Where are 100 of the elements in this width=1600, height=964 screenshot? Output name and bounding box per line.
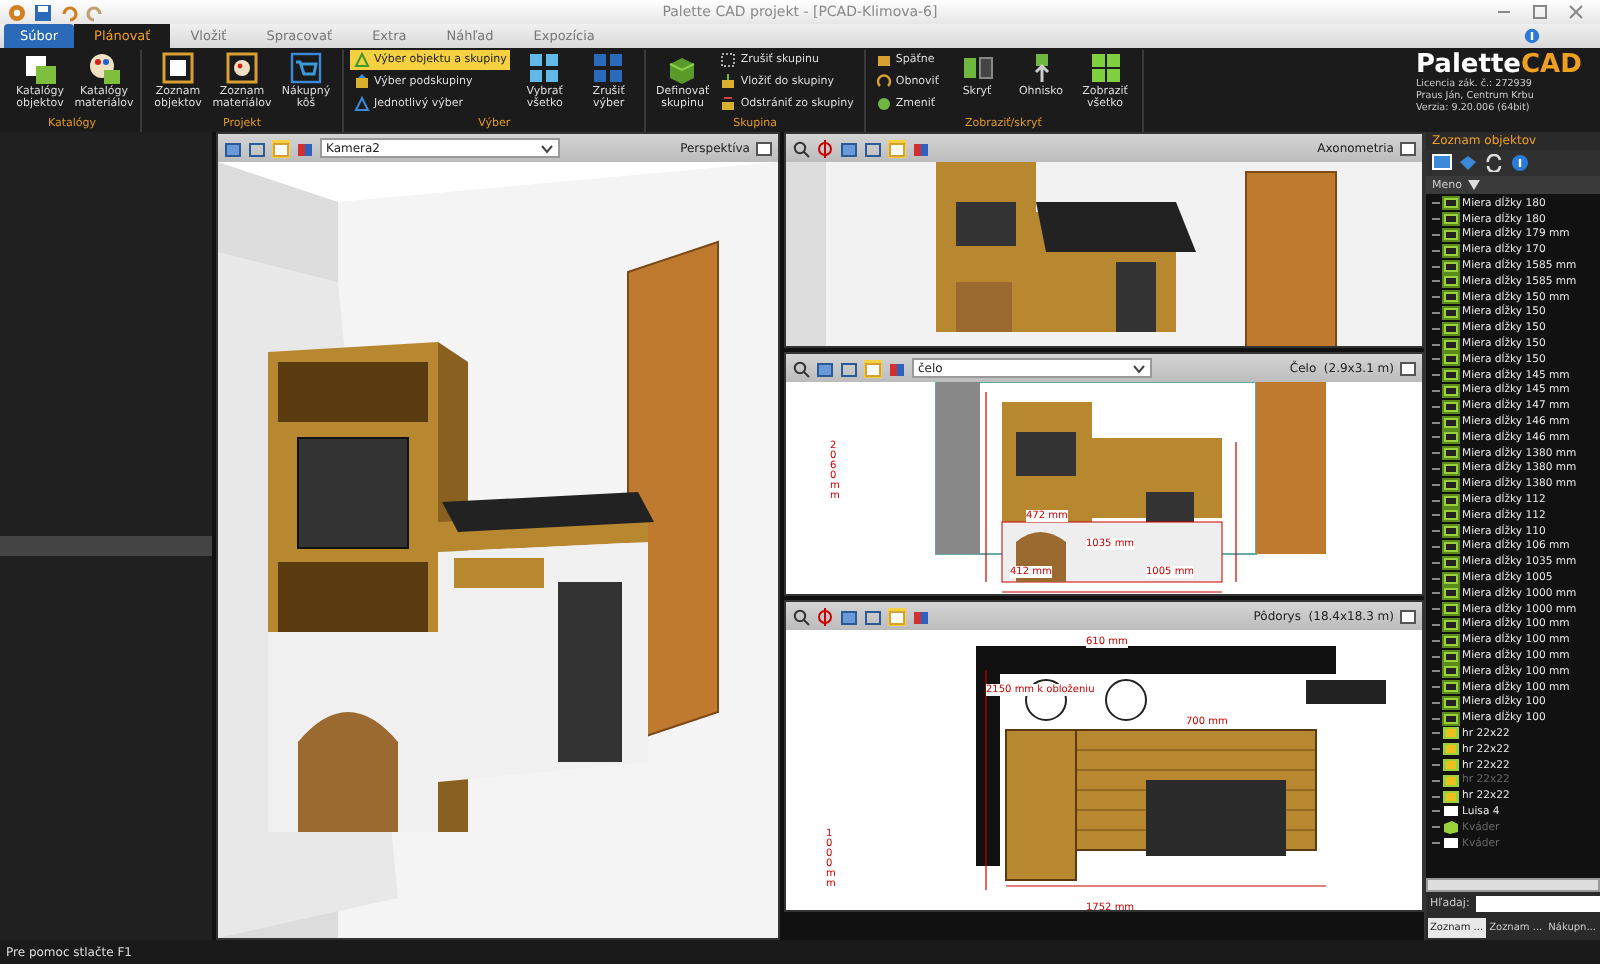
palette-icon: [226, 52, 258, 84]
search-icon[interactable]: [792, 607, 810, 625]
tree-connector: [1432, 467, 1440, 470]
cube-icon[interactable]: [840, 607, 858, 625]
group-add-icon: [720, 74, 737, 90]
grid-icon: [528, 52, 561, 84]
window-icon[interactable]: [1400, 609, 1416, 623]
tree-connector: [1432, 686, 1440, 689]
horizontal-scrollbar[interactable]: [1426, 878, 1600, 892]
monitor-icon[interactable]: [1432, 154, 1452, 172]
group-remove-icon: [720, 96, 737, 112]
wireframe-icon[interactable]: [864, 607, 882, 625]
material-icon[interactable]: [296, 139, 314, 157]
view-icon[interactable]: [864, 359, 882, 377]
material-icon[interactable]: [912, 139, 930, 157]
window-icon[interactable]: [756, 141, 772, 155]
help-icon[interactable]: [1510, 154, 1530, 172]
tree-connector: [1432, 795, 1440, 798]
tree-connector: [1432, 343, 1440, 346]
tree-connector: [1432, 764, 1440, 767]
cart-icon: [290, 52, 322, 84]
tree-connector: [1432, 327, 1440, 330]
ungroup-icon: [720, 52, 737, 68]
chevron-down-icon: [1132, 363, 1146, 373]
undo-icon[interactable]: [60, 3, 78, 21]
grid-icon: [592, 52, 625, 84]
maximize-icon[interactable]: [1532, 4, 1548, 20]
logo-text: Palette: [1416, 52, 1521, 80]
tree-connector: [1432, 545, 1440, 548]
cube-icon[interactable]: [816, 359, 834, 377]
tree-connector: [1432, 358, 1440, 361]
squares-icon: [961, 52, 993, 84]
tree-connector: [1432, 311, 1440, 314]
tag-icon[interactable]: [1458, 154, 1478, 172]
tree-connector: [1432, 717, 1440, 720]
tree-connector: [1432, 233, 1440, 236]
logo-text: CAD: [1520, 52, 1582, 80]
cube-icon[interactable]: [840, 139, 858, 157]
tree-connector: [1432, 389, 1440, 392]
tree-connector: [1432, 577, 1440, 580]
window-icon[interactable]: [1400, 141, 1416, 155]
grid-icon: [1089, 52, 1121, 84]
search-icon[interactable]: [792, 139, 810, 157]
tree-connector: [1432, 608, 1440, 611]
tree-connector: [1432, 405, 1440, 408]
view-icon[interactable]: [888, 607, 906, 625]
tree-connector: [1432, 748, 1440, 751]
refresh-icon: [875, 74, 892, 90]
tree-connector: [1432, 670, 1440, 673]
wireframe-icon[interactable]: [840, 359, 858, 377]
wireframe-icon[interactable]: [248, 139, 266, 157]
search-icon[interactable]: [792, 359, 810, 377]
chevron-down-icon: [540, 143, 554, 153]
tree-connector: [1432, 265, 1440, 268]
tree-connector: [1432, 592, 1440, 595]
wireframe-icon[interactable]: [864, 139, 882, 157]
box-icon: [875, 52, 892, 68]
tree-connector: [1432, 826, 1440, 829]
catalog-icon: [24, 52, 56, 84]
tree-connector: [1432, 499, 1440, 502]
tree-connector: [1432, 655, 1440, 657]
tree-connector: [1432, 483, 1440, 486]
material-icon[interactable]: [912, 607, 930, 625]
tree-connector: [1432, 623, 1440, 626]
tree-connector: [1432, 280, 1440, 283]
tree-connector: [1432, 561, 1440, 564]
tree-connector: [1432, 202, 1440, 205]
tree-connector: [1432, 452, 1440, 455]
material-icon[interactable]: [888, 359, 906, 377]
subgroup-icon: [354, 74, 370, 90]
cube-icon: [1442, 820, 1460, 835]
tree-connector: [1432, 639, 1440, 642]
tree-connector: [1432, 810, 1440, 813]
tree-connector: [1432, 249, 1440, 252]
triangle-icon: [354, 52, 370, 68]
cube-icon[interactable]: [224, 139, 242, 157]
tree-connector: [1432, 436, 1440, 439]
redo-icon[interactable]: [86, 3, 104, 21]
save-icon[interactable]: [34, 3, 52, 21]
app-icon: [8, 3, 26, 21]
tree-connector: [1432, 218, 1440, 221]
view-icon[interactable]: [272, 139, 290, 157]
tree-connector: [1432, 779, 1440, 782]
triangle-icon: [354, 96, 370, 112]
tree-connector: [1432, 421, 1440, 424]
close-icon[interactable]: [1568, 4, 1584, 20]
filter-icon: [1467, 180, 1480, 190]
tree-connector: [1432, 514, 1440, 517]
tree-connector: [1432, 296, 1440, 299]
list-icon: [162, 52, 194, 84]
tree-connector: [1432, 530, 1440, 533]
palette-icon: [88, 52, 120, 84]
view-icon[interactable]: [888, 139, 906, 157]
refresh-icon[interactable]: [1484, 154, 1504, 172]
tree-connector: [1432, 701, 1440, 704]
tree-connector: [1432, 374, 1440, 377]
window-icon[interactable]: [1400, 361, 1416, 375]
tree-connector: [1432, 732, 1440, 735]
box-icon: [666, 52, 699, 84]
tree-connector: [1432, 842, 1440, 845]
